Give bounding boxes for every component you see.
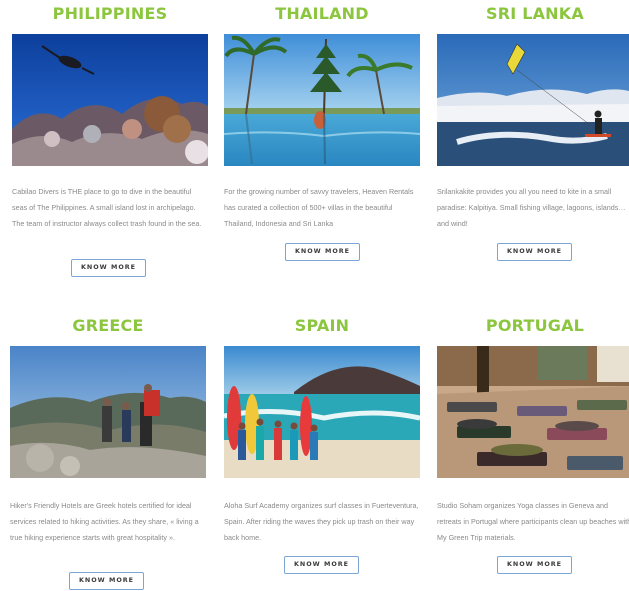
yoga-class-floor-image xyxy=(437,346,629,478)
kitesurfer-ocean-image xyxy=(437,34,629,166)
know-more-button[interactable]: KNOW MORE xyxy=(71,259,146,277)
destination-card-thailand: THAILAND For the growing number of savvy… xyxy=(224,0,420,290)
surf-group-beach-image xyxy=(224,346,420,478)
know-more-button[interactable]: KNOW MORE xyxy=(285,243,360,261)
card-photo[interactable] xyxy=(437,34,629,166)
card-title: GREECE xyxy=(72,316,144,335)
card-description: Studio Soham organizes Yoga classes in G… xyxy=(437,501,629,542)
card-description: Hiker's Friendly Hotels are Greek hotels… xyxy=(10,501,199,542)
card-photo[interactable] xyxy=(224,34,420,166)
card-description: For the growing number of savvy traveler… xyxy=(224,187,414,228)
destination-card-spain: SPAIN Aloha Surf Academy organizes surf … xyxy=(224,312,420,591)
card-title: SRI LANKA xyxy=(486,4,584,23)
card-photo[interactable] xyxy=(12,34,208,166)
card-title: THAILAND xyxy=(275,4,369,23)
card-photo[interactable] xyxy=(437,346,629,478)
know-more-button[interactable]: KNOW MORE xyxy=(284,556,359,574)
scuba-diver-coral-reef-image xyxy=(12,34,208,166)
card-description: Srilankakite provides you all you need t… xyxy=(437,187,626,228)
hikers-mountain-trail-image xyxy=(10,346,206,478)
card-photo[interactable] xyxy=(224,346,420,478)
card-title: SPAIN xyxy=(294,316,350,335)
infinity-pool-palm-trees-image xyxy=(224,34,420,166)
card-title: PORTUGAL xyxy=(485,316,585,335)
card-title: PHILIPPINES xyxy=(52,4,168,23)
destination-card-portugal: PORTUGAL Studio Soham organizes Yoga cla… xyxy=(437,312,629,591)
card-description: Aloha Surf Academy organizes surf classe… xyxy=(224,501,419,542)
card-photo[interactable] xyxy=(10,346,206,478)
know-more-button[interactable]: KNOW MORE xyxy=(69,572,144,590)
card-description: Cabilao Divers is THE place to go to div… xyxy=(12,187,202,228)
destination-card-sri-lanka: SRI LANKA Srilankakite provides you all … xyxy=(437,0,629,290)
destination-card-greece: GREECE Hiker's Friendly Hotels are Greek… xyxy=(10,312,206,591)
destination-card-philippines: PHILIPPINES Cabilao Divers is THE place … xyxy=(12,0,208,290)
know-more-button[interactable]: KNOW MORE xyxy=(497,243,572,261)
know-more-button[interactable]: KNOW MORE xyxy=(497,556,572,574)
